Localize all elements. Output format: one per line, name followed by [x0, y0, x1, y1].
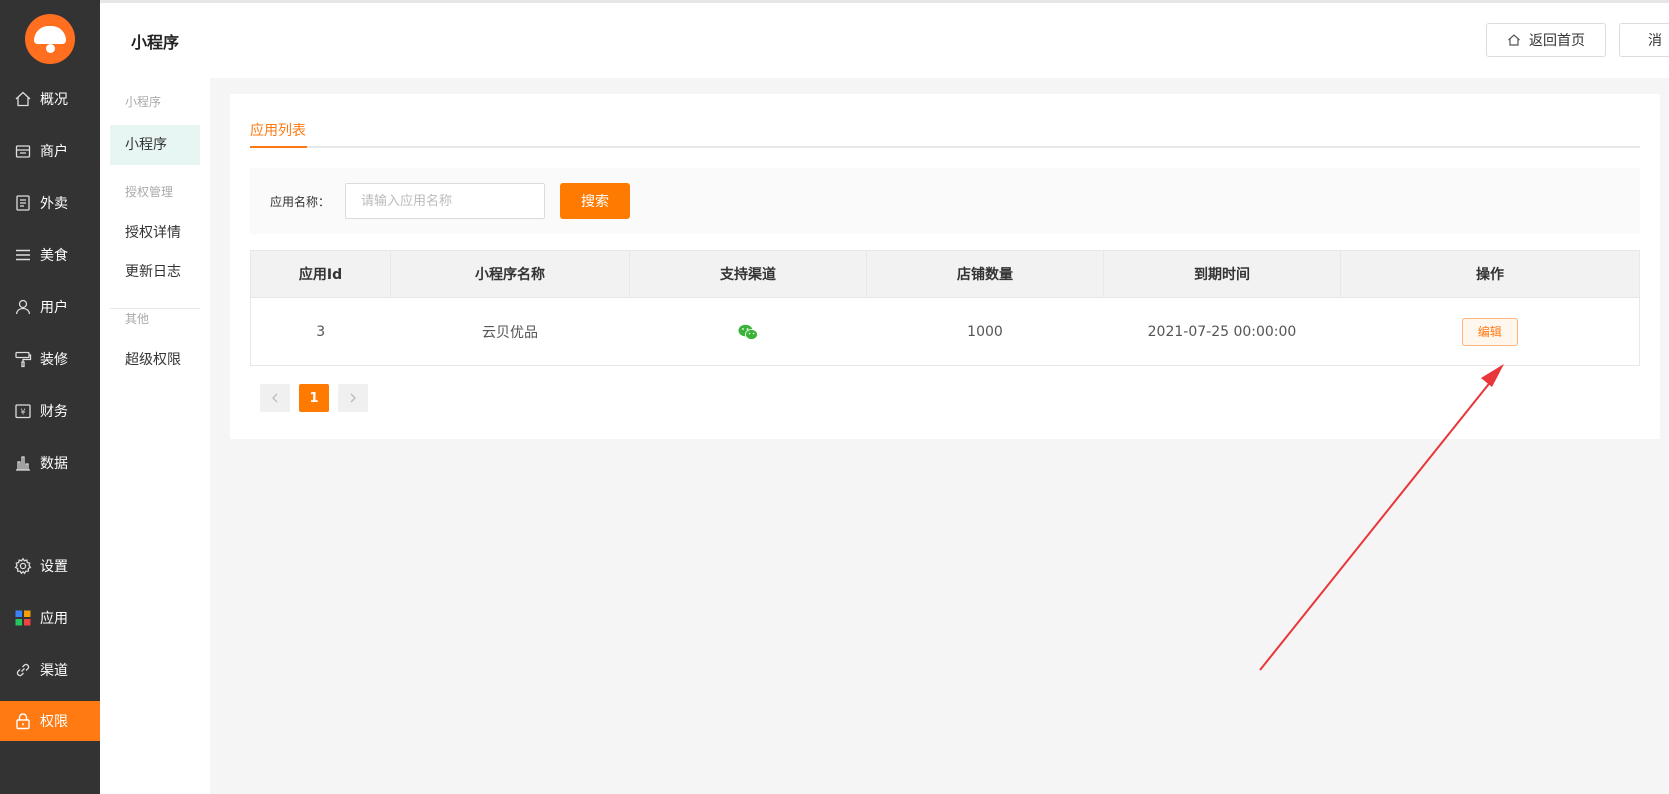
sidebar-item-finance[interactable]: ¥ 财务: [0, 391, 100, 431]
cell-channel: [629, 297, 867, 366]
top-header: 小程序 返回首页 消: [100, 0, 1669, 78]
table-header-row: 应用Id 小程序名称 支持渠道 店铺数量 到期时间 操作: [250, 250, 1640, 298]
sidebar-item-label: 外卖: [40, 196, 68, 212]
sidebar-item-merchant[interactable]: 商户: [0, 131, 100, 171]
column-header-channel: 支持渠道: [629, 250, 867, 298]
sidebar-item-label: 商户: [40, 144, 68, 160]
sidebar-item-label: 数据: [40, 456, 68, 472]
sidebar-item-label: 应用: [40, 611, 68, 627]
chevron-left-icon: [272, 393, 278, 403]
wechat-icon: [738, 324, 758, 340]
sidebar-item-settings[interactable]: 设置: [0, 546, 100, 586]
notice-label: 消: [1648, 33, 1662, 49]
lock-icon: [14, 712, 32, 730]
edit-button[interactable]: 编辑: [1461, 317, 1518, 346]
page-number-button[interactable]: 1: [299, 384, 329, 412]
subnav-item-miniapp[interactable]: 小程序: [110, 125, 200, 165]
app-logo[interactable]: [25, 14, 75, 64]
sidebar-item-overview[interactable]: 概况: [0, 79, 100, 119]
column-header-miniapp-name: 小程序名称: [390, 250, 630, 298]
table-row: 3 云贝优品 1000 2021-07-25 00:00:00 编辑: [250, 297, 1640, 366]
wallet-icon: ¥: [14, 402, 32, 420]
sidebar-item-label: 用户: [40, 300, 68, 316]
apps-icon: [14, 609, 32, 627]
sidebar-item-decoration[interactable]: 装修: [0, 339, 100, 379]
main-sidebar: 概况 商户 外卖 美食 用户 装修 ¥ 财务 数据 设置 应用 渠道 权限: [0, 0, 100, 794]
sidebar-item-label: 设置: [40, 559, 68, 575]
paint-roller-icon: [14, 350, 32, 368]
sidebar-item-food[interactable]: 美食: [0, 235, 100, 275]
sidebar-item-label: 财务: [40, 404, 68, 420]
subnav-item-auth-detail[interactable]: 授权详情: [110, 213, 200, 253]
home-icon: [14, 90, 32, 108]
prev-page-button[interactable]: [260, 384, 290, 412]
document-icon: [14, 194, 32, 212]
subnav-item-super[interactable]: 超级权限: [110, 340, 200, 380]
subnav-item-changelog[interactable]: 更新日志: [110, 252, 200, 292]
app-table: 应用Id 小程序名称 支持渠道 店铺数量 到期时间 操作 3 云贝优品 1000…: [250, 250, 1640, 366]
store-icon: [14, 142, 32, 160]
sidebar-item-takeout[interactable]: 外卖: [0, 183, 100, 223]
search-bar: 应用名称： 搜索: [250, 168, 1640, 234]
back-home-button[interactable]: 返回首页: [1486, 23, 1606, 57]
cell-expire-time: 2021-07-25 00:00:00: [1103, 297, 1341, 366]
sidebar-item-label: 概况: [40, 92, 68, 108]
next-page-button[interactable]: [338, 384, 368, 412]
content-card: 应用列表 应用名称： 搜索 应用Id 小程序名称 支持渠道 店铺数量 到期时间 …: [230, 94, 1660, 439]
sub-sidebar: 小程序 小程序 授权管理 授权详情 更新日志 其他 超级权限: [100, 78, 210, 794]
back-home-label: 返回首页: [1529, 33, 1585, 49]
sidebar-item-label: 装修: [40, 352, 68, 368]
search-label: 应用名称：: [270, 195, 331, 209]
tab-app-list[interactable]: 应用列表: [250, 120, 307, 148]
menu-icon: [14, 246, 32, 264]
sidebar-item-label: 美食: [40, 248, 68, 264]
user-icon: [14, 298, 32, 316]
home-icon: [1508, 34, 1520, 46]
bar-chart-icon: [14, 454, 32, 472]
app-name-search-input[interactable]: [345, 183, 545, 219]
sidebar-item-data[interactable]: 数据: [0, 443, 100, 483]
page-title: 小程序: [131, 33, 180, 52]
sidebar-item-user[interactable]: 用户: [0, 287, 100, 327]
column-header-expire-time: 到期时间: [1103, 250, 1341, 298]
sidebar-item-permission[interactable]: 权限: [0, 701, 100, 741]
column-header-action: 操作: [1340, 250, 1640, 298]
cell-store-count: 1000: [866, 297, 1104, 366]
cell-action: 编辑: [1340, 297, 1640, 366]
subnav-group-auth: 授权管理: [125, 185, 174, 199]
gear-icon: [14, 557, 32, 575]
cell-miniapp-name: 云贝优品: [390, 297, 630, 366]
column-header-app-id: 应用Id: [250, 250, 391, 298]
sidebar-item-apps[interactable]: 应用: [0, 598, 100, 638]
subnav-group-miniapp: 小程序: [125, 95, 162, 109]
column-header-store-count: 店铺数量: [866, 250, 1104, 298]
tab-bar: 应用列表: [250, 120, 1640, 148]
subnav-group-other: 其他: [125, 312, 150, 326]
sidebar-item-channel[interactable]: 渠道: [0, 650, 100, 690]
link-icon: [14, 661, 32, 679]
pagination: 1: [260, 384, 368, 412]
cell-app-id: 3: [250, 297, 391, 366]
notice-button[interactable]: 消: [1619, 23, 1669, 57]
svg-text:¥: ¥: [20, 408, 25, 417]
sidebar-item-label: 渠道: [40, 663, 68, 679]
chevron-right-icon: [350, 393, 356, 403]
subnav-divider: [110, 308, 200, 309]
search-button[interactable]: 搜索: [560, 183, 630, 219]
sidebar-item-label: 权限: [40, 714, 68, 730]
